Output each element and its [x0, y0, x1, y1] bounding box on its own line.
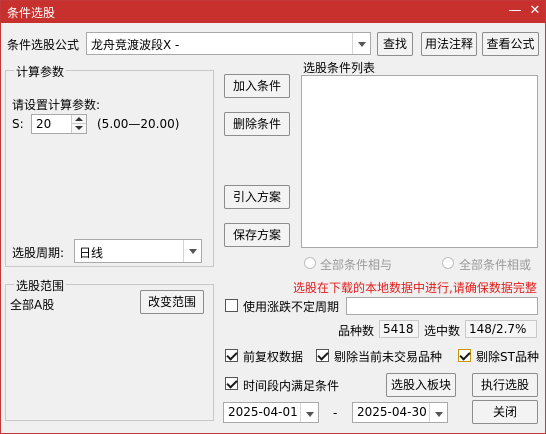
close-button[interactable]: 关闭 — [472, 400, 538, 424]
end-date-value: 2025-04-30 — [357, 405, 427, 419]
time-range-checkbox[interactable] — [225, 377, 238, 390]
save-plan-button[interactable]: 保存方案 — [224, 223, 290, 247]
range-value: 全部A股 — [10, 298, 55, 312]
stepper-up-icon[interactable] — [71, 115, 86, 124]
formula-label: 条件选股公式 — [7, 38, 80, 52]
close-icon[interactable]: ✕ — [527, 3, 543, 19]
start-date-value: 2025-04-01 — [228, 405, 298, 419]
chevron-down-icon[interactable] — [352, 33, 370, 54]
formula-value: 龙舟竞渡波段X - — [91, 38, 180, 52]
start-date-picker[interactable]: 2025-04-01 — [223, 402, 319, 423]
chevron-down-icon[interactable] — [183, 240, 201, 262]
exclude-untraded-label: 剔除当前未交易品种 — [334, 350, 443, 364]
end-date-picker[interactable]: 2025-04-30 — [352, 402, 448, 423]
formula-select[interactable]: 龙舟竞渡波段X - — [86, 32, 371, 55]
period-value: 日线 — [79, 246, 104, 260]
param-s-label: S: — [12, 117, 24, 131]
chevron-down-icon[interactable] — [300, 403, 318, 422]
condition-list-label: 选股条件列表 — [303, 61, 376, 75]
import-plan-button[interactable]: 引入方案 — [224, 185, 290, 209]
exclude-st-checkbox[interactable] — [458, 349, 471, 362]
execute-button[interactable]: 执行选股 — [472, 373, 538, 397]
variable-period-checkbox[interactable] — [225, 299, 238, 312]
selected-label: 选中数 — [424, 324, 461, 338]
param-s-value: 20 — [36, 117, 52, 131]
calc-params-prompt: 请设置计算参数: — [12, 98, 101, 112]
all-or-radio[interactable] — [442, 257, 454, 269]
title-bar: 条件选股 — ✕ — [1, 1, 545, 23]
count-value: 5418 — [379, 320, 419, 338]
all-or-label: 全部条件相或 — [459, 258, 532, 272]
all-and-radio[interactable] — [304, 257, 316, 269]
calc-params-label: 计算参数 — [14, 63, 67, 80]
select-to-block-button[interactable]: 选股入板块 — [386, 373, 456, 397]
range-group-label: 选股范围 — [14, 277, 67, 294]
period-select[interactable]: 日线 — [74, 239, 202, 263]
param-s-stepper[interactable]: 20 — [31, 114, 87, 134]
period-label: 选股周期: — [12, 246, 65, 260]
variable-period-label: 使用涨跌不定周期 — [243, 300, 340, 314]
data-notice: 选股在下载的本地数据中进行,请确保数据完整 — [293, 281, 537, 295]
change-range-button[interactable]: 改变范围 — [140, 290, 204, 314]
selected-value: 148/2.7% — [465, 320, 537, 338]
exclude-st-label: 剔除ST品种 — [476, 350, 539, 364]
usage-notes-button[interactable]: 用法注释 — [421, 32, 477, 56]
all-and-label: 全部条件相与 — [320, 258, 393, 272]
find-button[interactable]: 查找 — [377, 32, 413, 56]
date-separator: - — [333, 406, 338, 420]
time-range-label: 时间段内满足条件 — [243, 379, 340, 393]
condition-stock-picker-window: 条件选股 — ✕ 条件选股公式 龙舟竞渡波段X - 查找 用法注释 查看公式 计… — [0, 0, 546, 434]
variable-period-input[interactable] — [346, 297, 538, 315]
exclude-untraded-checkbox[interactable] — [316, 349, 329, 362]
add-condition-button[interactable]: 加入条件 — [224, 74, 290, 98]
condition-list[interactable] — [301, 75, 538, 248]
minimize-icon[interactable]: — — [507, 3, 523, 19]
param-s-range: (5.00—20.00) — [97, 117, 180, 131]
delete-condition-button[interactable]: 删除条件 — [224, 112, 290, 136]
chevron-down-icon[interactable] — [429, 403, 447, 422]
forward-adjust-label: 前复权数据 — [243, 350, 304, 364]
forward-adjust-checkbox[interactable] — [225, 349, 238, 362]
window-title: 条件选股 — [7, 6, 56, 20]
count-label: 品种数 — [338, 324, 375, 338]
view-formula-button[interactable]: 查看公式 — [482, 32, 539, 56]
stepper-down-icon[interactable] — [71, 124, 86, 133]
